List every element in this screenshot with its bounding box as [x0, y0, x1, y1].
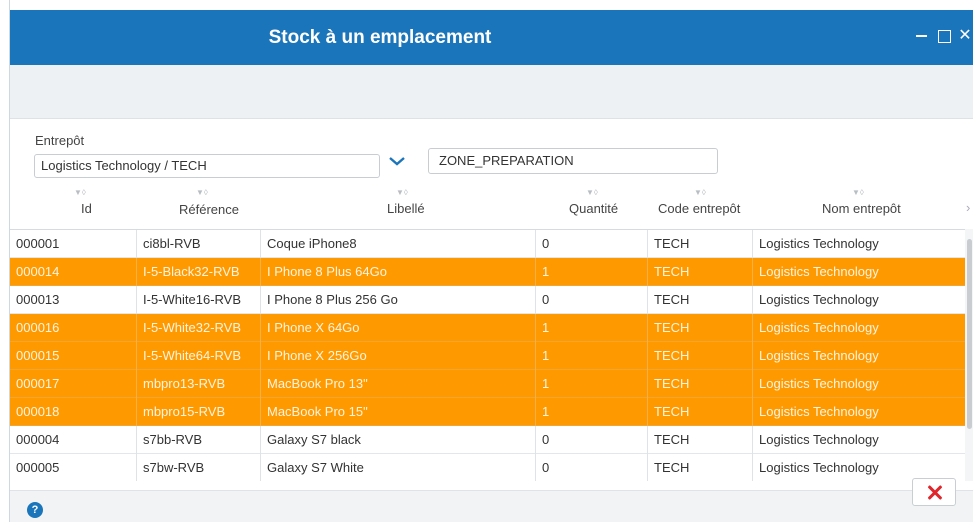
column-header-libelle[interactable]: ▼◊ Libellé: [260, 186, 535, 228]
cell-id: 000014: [16, 264, 60, 279]
cell-quantite: 1: [535, 370, 647, 398]
cell-code-entrepot: TECH: [647, 258, 752, 286]
column-header-code-entrepot[interactable]: ▼◊ Code entrepôt: [647, 186, 752, 228]
entrepot-select[interactable]: Logistics Technology / TECH: [34, 154, 380, 178]
filter-icon[interactable]: ▼◊: [694, 188, 706, 197]
cell-id: 000013: [16, 292, 60, 307]
table-row[interactable]: 000018 mbpro15-RVB MacBook Pro 15" 1 TECH Log…: [10, 398, 966, 426]
grid-header: ▼◊ Id ▼◊ Référence ▼◊ Libellé ▼◊ Quantit…: [10, 186, 973, 228]
cell-code-entrepot: TECH: [647, 426, 752, 454]
cell-quantite: 1: [535, 314, 647, 342]
cell-reference: ci8bl-RVB: [136, 230, 260, 258]
cell-reference: I-5-White64-RVB: [136, 342, 260, 370]
cell-quantite: 0: [535, 426, 647, 454]
footer-bar: [10, 490, 973, 522]
dialog-window: Stock à un emplacement ✕ Entrepôt Logist…: [9, 0, 973, 522]
entrepot-label: Entrepôt: [35, 133, 85, 148]
cell-libelle: Galaxy S7 black: [260, 426, 535, 454]
cell-id: 000001: [16, 236, 60, 251]
cell-libelle: MacBook Pro 15": [260, 398, 535, 426]
table-row[interactable]: 000016 I-5-White32-RVB I Phone X 64Go 1 TECH…: [10, 314, 966, 342]
cell-libelle: I Phone 8 Plus 256 Go: [260, 286, 535, 314]
column-header-quantite[interactable]: ▼◊ Quantité: [535, 186, 647, 228]
cell-nom-entrepot: Logistics Technology: [752, 286, 966, 314]
cell-libelle: I Phone 8 Plus 64Go: [260, 258, 535, 286]
cell-code-entrepot: TECH: [647, 370, 752, 398]
cell-quantite: 1: [535, 398, 647, 426]
cell-nom-entrepot: Logistics Technology: [752, 398, 966, 426]
cell-nom-entrepot: Logistics Technology: [752, 454, 966, 481]
cell-code-entrepot: TECH: [647, 454, 752, 481]
close-window-icon[interactable]: ✕: [956, 27, 973, 45]
filter-icon[interactable]: ▼◊: [74, 188, 86, 197]
table-row[interactable]: 000014 I-5-Black32-RVB I Phone 8 Plus 64Go…: [10, 258, 966, 286]
cell-reference: s7bb-RVB: [136, 426, 260, 454]
cell-libelle: I Phone X 64Go: [260, 314, 535, 342]
cell-nom-entrepot: Logistics Technology: [752, 426, 966, 454]
cell-reference: I-5-White32-RVB: [136, 314, 260, 342]
title-bar: Stock à un emplacement ✕: [10, 10, 973, 65]
filter-icon[interactable]: ▼◊: [852, 188, 864, 197]
cell-libelle: MacBook Pro 13": [260, 370, 535, 398]
cell-id: 000016: [16, 320, 60, 335]
cell-nom-entrepot: Logistics Technology: [752, 342, 966, 370]
table-row[interactable]: 000005 s7bw-RVB Galaxy S7 White 0 TECH Logist…: [10, 454, 966, 481]
filter-icon[interactable]: ▼◊: [586, 188, 598, 197]
cell-libelle: I Phone X 256Go: [260, 342, 535, 370]
cell-reference: mbpro13-RVB: [136, 370, 260, 398]
chevron-right-icon[interactable]: ›: [966, 200, 970, 215]
toolbar: [10, 65, 973, 119]
zone-field[interactable]: ZONE_PREPARATION: [428, 148, 718, 174]
scrollbar-thumb[interactable]: [967, 239, 972, 429]
cell-code-entrepot: TECH: [647, 314, 752, 342]
chevron-down-icon[interactable]: [386, 150, 408, 172]
column-header-nom-entrepot[interactable]: ▼◊ Nom entrepôt: [752, 186, 966, 228]
column-header-reference[interactable]: ▼◊ Référence: [136, 186, 260, 228]
table-row[interactable]: 000013 I-5-White16-RVB I Phone 8 Plus 256 …: [10, 286, 966, 314]
cell-id: 000018: [16, 404, 60, 419]
cell-libelle: Galaxy S7 White: [260, 454, 535, 481]
window-title: Stock à un emplacement: [268, 27, 492, 48]
close-button[interactable]: [912, 478, 956, 506]
cell-code-entrepot: TECH: [647, 398, 752, 426]
cell-nom-entrepot: Logistics Technology: [752, 370, 966, 398]
cell-code-entrepot: TECH: [647, 286, 752, 314]
cell-nom-entrepot: Logistics Technology: [752, 230, 966, 258]
column-header-id[interactable]: ▼◊ Id: [10, 186, 136, 228]
table-row[interactable]: 000015 I-5-White64-RVB I Phone X 256Go 1 TEC…: [10, 342, 966, 370]
cell-id: 000017: [16, 376, 60, 391]
cell-quantite: 0: [535, 286, 647, 314]
stock-grid: 000001 ci8bl-RVB Coque iPhone8 0 TECH Logisti…: [10, 229, 966, 481]
cell-quantite: 1: [535, 258, 647, 286]
cell-nom-entrepot: Logistics Technology: [752, 314, 966, 342]
cell-id: 000015: [16, 348, 60, 363]
table-row[interactable]: 000004 s7bb-RVB Galaxy S7 black 0 TECH Logist…: [10, 426, 966, 454]
minimize-icon[interactable]: [913, 27, 931, 45]
vertical-scrollbar[interactable]: [965, 229, 973, 481]
table-row[interactable]: 000001 ci8bl-RVB Coque iPhone8 0 TECH Logisti…: [10, 230, 966, 258]
table-row[interactable]: 000017 mbpro13-RVB MacBook Pro 13" 1 TECH Log…: [10, 370, 966, 398]
cell-quantite: 0: [535, 230, 647, 258]
cell-reference: I-5-Black32-RVB: [136, 258, 260, 286]
help-icon[interactable]: ?: [27, 502, 43, 518]
cell-id: 000005: [16, 460, 60, 475]
cell-id: 000004: [16, 432, 60, 447]
cell-reference: mbpro15-RVB: [136, 398, 260, 426]
filter-icon[interactable]: ▼◊: [196, 188, 208, 197]
filter-icon[interactable]: ▼◊: [396, 188, 408, 197]
cell-reference: I-5-White16-RVB: [136, 286, 260, 314]
cell-reference: s7bw-RVB: [136, 454, 260, 481]
maximize-icon[interactable]: [935, 27, 953, 45]
cell-nom-entrepot: Logistics Technology: [752, 258, 966, 286]
cell-quantite: 0: [535, 454, 647, 481]
cell-libelle: Coque iPhone8: [260, 230, 535, 258]
cell-quantite: 1: [535, 342, 647, 370]
cell-code-entrepot: TECH: [647, 230, 752, 258]
cell-code-entrepot: TECH: [647, 342, 752, 370]
